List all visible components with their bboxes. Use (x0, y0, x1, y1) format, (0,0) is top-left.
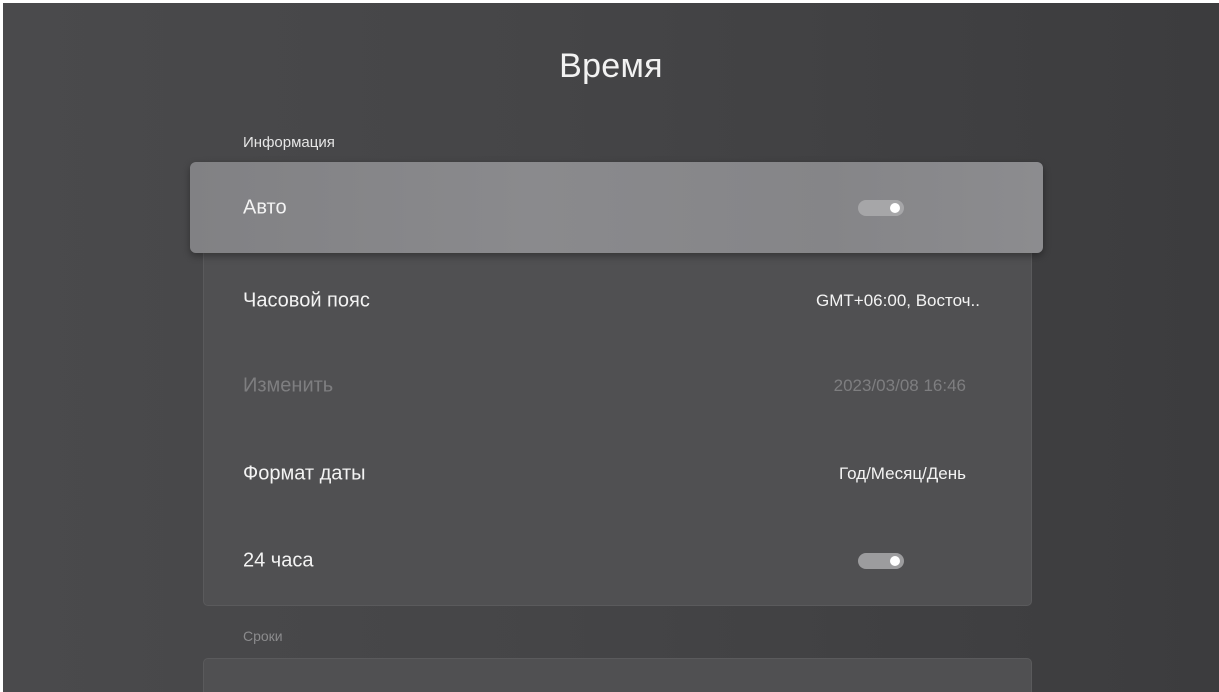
page-title: Время (559, 47, 663, 85)
setting-row-timezone[interactable]: Часовой пояс GMT+06:00, Восточ.. (203, 257, 1030, 345)
settings-screen: Время Информация Авто Часовой пояс GMT+0… (3, 3, 1219, 692)
setting-row-change: Изменить 2023/03/08 16:46 (203, 342, 1030, 430)
toggle-knob (890, 202, 900, 213)
setting-value-date-format: Год/Месяц/День (839, 464, 966, 483)
toggle-knob (890, 556, 900, 566)
setting-row-auto[interactable]: Авто (190, 162, 1043, 253)
setting-label-change: Изменить (243, 374, 334, 397)
setting-row-date-format[interactable]: Формат даты Год/Месяц/День (203, 430, 1030, 518)
setting-label-timezone: Часовой пояс (243, 289, 370, 312)
section-label-info: Информация (243, 134, 335, 151)
setting-value-datetime: 2023/03/08 16:46 (833, 376, 966, 395)
24-hour-toggle[interactable] (858, 553, 904, 569)
auto-toggle[interactable] (858, 199, 904, 216)
setting-value-timezone: GMT+06:00, Восточ.. (816, 291, 980, 310)
setting-label-24-hour: 24 часа (243, 549, 314, 572)
setting-label-date-format: Формат даты (243, 462, 366, 485)
setting-row-24-hour[interactable]: 24 часа (203, 517, 1030, 605)
settings-group-panel-terms (203, 658, 1032, 692)
section-label-terms: Сроки (243, 628, 283, 644)
setting-label-auto: Авто (243, 196, 287, 218)
